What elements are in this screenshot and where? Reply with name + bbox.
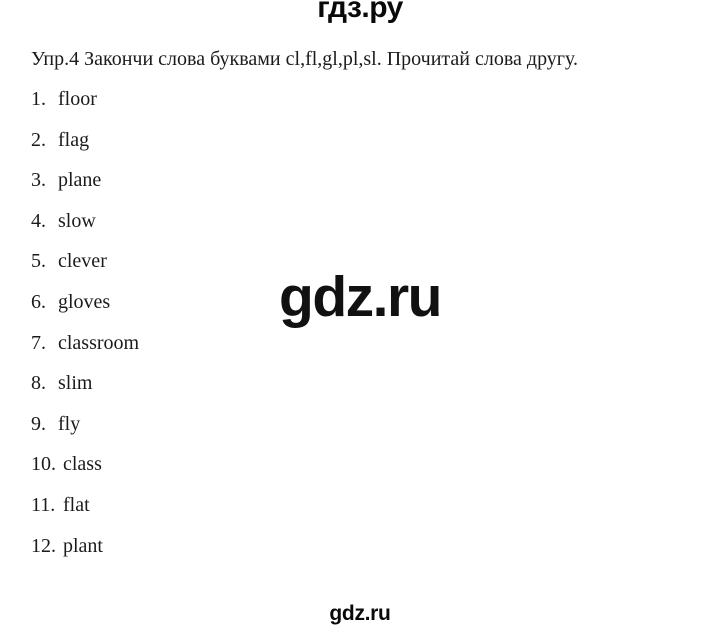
list-item-number: 10.: [31, 453, 56, 476]
list-item-word: flag: [58, 128, 90, 151]
list-item: 4. slow: [31, 208, 371, 249]
list-item-number: 7.: [31, 331, 46, 354]
word-list: 1. floor 2. flag 3. plane 4. slow 5. cle…: [31, 86, 371, 573]
list-item: 7. classroom: [31, 330, 371, 371]
list-item-word: flat: [63, 493, 90, 516]
list-item-word: classroom: [58, 331, 140, 354]
list-item-word: slow: [58, 209, 96, 232]
list-item-word: plant: [63, 534, 103, 557]
list-item-word: floor: [58, 88, 97, 110]
list-item-number: 2.: [31, 128, 46, 151]
list-item: 11. flat: [31, 492, 371, 533]
list-item-number: 8.: [31, 372, 46, 395]
watermark-top: гдз.ру: [317, 0, 403, 24]
list-item: 10. class: [31, 451, 371, 492]
list-item-word: plane: [58, 169, 102, 192]
list-item: 1. floor: [31, 86, 371, 127]
list-item-number: 1.: [31, 88, 46, 110]
list-item-number: 12.: [31, 534, 56, 557]
list-item: 3. plane: [31, 167, 371, 208]
watermark-bottom: gdz.ru: [329, 602, 391, 625]
list-item-word: class: [63, 453, 102, 476]
list-item-number: 3.: [31, 169, 46, 192]
list-item: 9. fly: [31, 411, 371, 452]
list-item-word: slim: [58, 372, 93, 395]
list-item-number: 4.: [31, 209, 46, 232]
list-item-number: 11.: [31, 493, 56, 516]
list-item: 2. flag: [31, 127, 371, 168]
list-item-number: 9.: [31, 412, 46, 435]
watermark-center: gdz.ru: [279, 265, 442, 329]
exercise-instruction: Упр.4 Закончи слова буквами cl,fl,gl,pl,…: [31, 48, 579, 70]
list-item-word: fly: [58, 412, 81, 435]
page-canvas: гдз.ру Упр.4 Закончи слова буквами cl,fl…: [0, 0, 720, 635]
list-item: 12. plant: [31, 533, 371, 574]
list-item: 8. slim: [31, 370, 371, 411]
